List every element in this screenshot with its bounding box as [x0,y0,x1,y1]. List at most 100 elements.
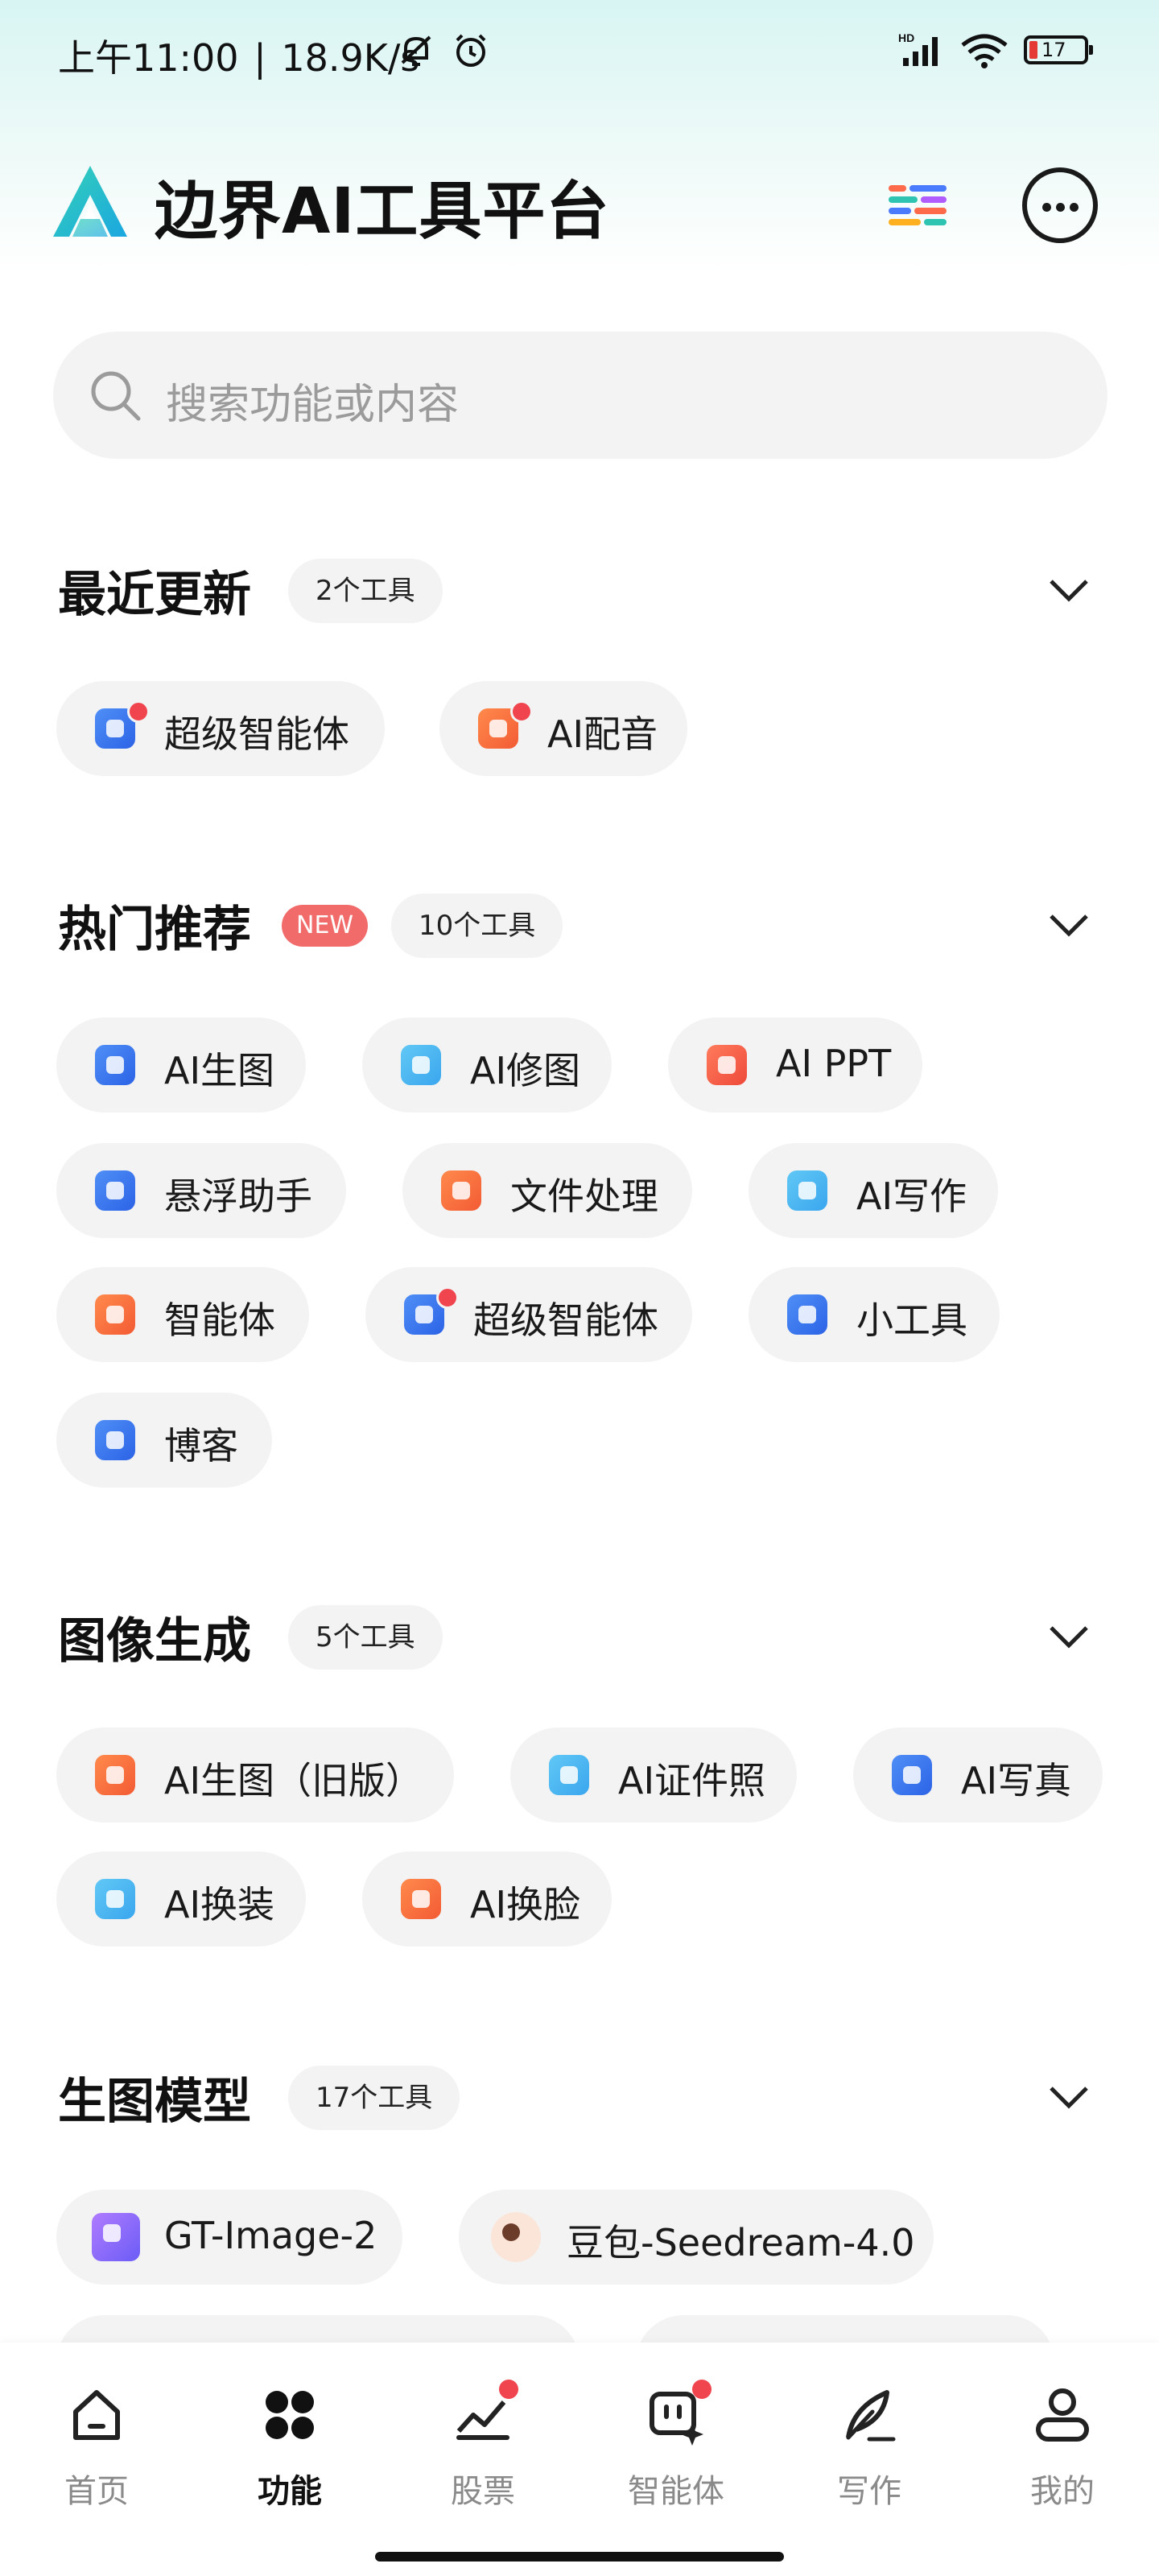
chevron-down-icon[interactable] [1046,573,1091,605]
portrait-icon [892,1755,932,1795]
search-bar[interactable]: 搜索功能或内容 [53,332,1107,459]
notification-dot [499,2380,518,2399]
model-logo-icon [92,2213,140,2261]
palette-icon [95,1755,135,1795]
section-title: 图像生成 [58,1613,251,1670]
app-logo-icon [53,166,127,237]
bottom-navigation: 首页 功能 股票 智能体 写作 我的 [0,2343,1159,2576]
tool-chip-blog[interactable]: 博客 [56,1393,272,1488]
tool-chip-ai-image-legacy[interactable]: AI生图（旧版） [56,1728,454,1823]
search-input[interactable]: 搜索功能或内容 [166,370,459,431]
tool-chip-floating-assistant[interactable]: 悬浮助手 [56,1143,346,1238]
more-dot-icon [1042,203,1051,212]
tool-count-badge: 17个工具 [288,2066,460,2130]
status-time: 上午11:00 [58,36,239,80]
new-badge: NEW [282,905,369,947]
writing-icon [787,1170,827,1211]
outfit-icon [95,1879,135,1919]
notification-dot [127,700,150,723]
nav-features[interactable]: 功能 [225,2383,354,2528]
tool-chip-ai-portrait[interactable]: AI写真 [853,1728,1103,1823]
nav-home[interactable]: 首页 [32,2383,161,2528]
doubao-avatar-icon [491,2212,541,2262]
ppt-icon [707,1045,747,1085]
tool-label: 豆包-Seedream-4.0 [567,2221,915,2264]
more-dot-icon [1070,203,1079,212]
tool-chip-gt-image-2[interactable]: GT-Image-2 [56,2190,402,2285]
id-photo-icon [549,1755,589,1795]
home-icon [73,2390,120,2440]
status-time-row: 上午11:00 | 18.9K/s [58,29,423,82]
chevron-down-icon[interactable] [1046,2080,1091,2112]
notification-dot [436,1286,459,1309]
battery-icon: 17 [1024,35,1093,64]
app-grid-icon[interactable] [885,174,950,238]
feather-pen-icon [846,2390,896,2442]
more-options-button[interactable] [1022,167,1098,243]
nav-agents[interactable]: 智能体 [612,2380,740,2528]
tool-chip-ai-id-photo[interactable]: AI证件照 [510,1728,797,1823]
nav-stocks[interactable]: 股票 [419,2380,547,2528]
tool-label: GT-Image-2 [164,2214,377,2257]
app-title: 边界AI工具平台 [155,175,610,248]
grid-icon [266,2391,314,2439]
agent-icon [95,1294,135,1335]
tool-label: 博客 [164,1424,238,1468]
battery-level [1029,41,1037,59]
mute-bell-icon [401,35,431,66]
image-edit-icon [401,1045,441,1085]
tool-chip-ai-retouch[interactable]: AI修图 [362,1018,612,1113]
nav-label: 首页 [64,2473,129,2510]
chevron-down-icon[interactable] [1046,908,1091,940]
chevron-down-icon[interactable] [1046,1620,1091,1652]
blog-icon [95,1420,135,1460]
tool-chip-super-agent[interactable]: 超级智能体 [56,681,385,776]
tool-chip-agent[interactable]: 智能体 [56,1267,309,1362]
tool-label: 超级智能体 [473,1298,658,1342]
notification-dot [692,2380,711,2399]
image-gen-icon [95,1045,135,1085]
svg-text:HD: HD [898,31,914,44]
tool-chip-file-processing[interactable]: 文件处理 [402,1143,692,1238]
tool-label: 小工具 [856,1298,967,1342]
tool-label: AI换装 [164,1883,275,1926]
nav-label: 功能 [258,2473,322,2510]
nav-label: 股票 [451,2473,515,2510]
floating-icon [95,1170,135,1211]
tool-chip-ai-image[interactable]: AI生图 [56,1018,306,1113]
tool-chip-ai-outfit[interactable]: AI换装 [56,1852,306,1946]
tool-chip-mini-tools[interactable]: 小工具 [749,1267,1000,1362]
tool-label: 文件处理 [510,1174,658,1218]
tool-label: AI修图 [470,1049,581,1092]
tool-chip-ai-voice[interactable]: AI配音 [439,681,687,776]
status-bar: 上午11:00 | 18.9K/s HD 17 [0,0,1159,105]
tool-label: AI写真 [961,1759,1072,1802]
app-header: 边界AI工具平台 [0,153,1159,258]
toolbox-icon [787,1294,827,1335]
tool-label: 悬浮助手 [164,1174,312,1218]
nav-writing[interactable]: 写作 [805,2383,934,2528]
face-swap-icon [401,1879,441,1919]
tool-label: AI换脸 [470,1883,581,1926]
tool-chip-super-agent[interactable]: 超级智能体 [365,1267,692,1362]
tool-label: 智能体 [164,1298,275,1342]
wifi-icon [961,34,1008,68]
section-title: 生图模型 [58,2074,251,2130]
tool-label: AI生图（旧版） [164,1759,423,1802]
battery-percent: 17 [1041,39,1066,61]
tool-chip-ai-face-swap[interactable]: AI换脸 [362,1852,612,1946]
nav-profile[interactable]: 我的 [998,2383,1127,2528]
tool-count-badge: 10个工具 [391,894,563,958]
cellular-signal-icon: HD [898,31,938,66]
more-dot-icon [1056,203,1065,212]
tool-count-badge: 5个工具 [288,1605,443,1670]
home-indicator[interactable] [375,2552,784,2562]
tool-chip-ai-ppt[interactable]: AI PPT [668,1018,922,1113]
status-divider: | [254,36,266,80]
notification-dot [510,700,533,723]
tool-chip-ai-writing[interactable]: AI写作 [749,1143,998,1238]
section-title: 热门推荐 [58,902,251,958]
alarm-icon [456,34,486,67]
tool-chip-doubao-seedream[interactable]: 豆包-Seedream-4.0 [459,2190,934,2285]
tool-label: 超级智能体 [164,712,349,756]
